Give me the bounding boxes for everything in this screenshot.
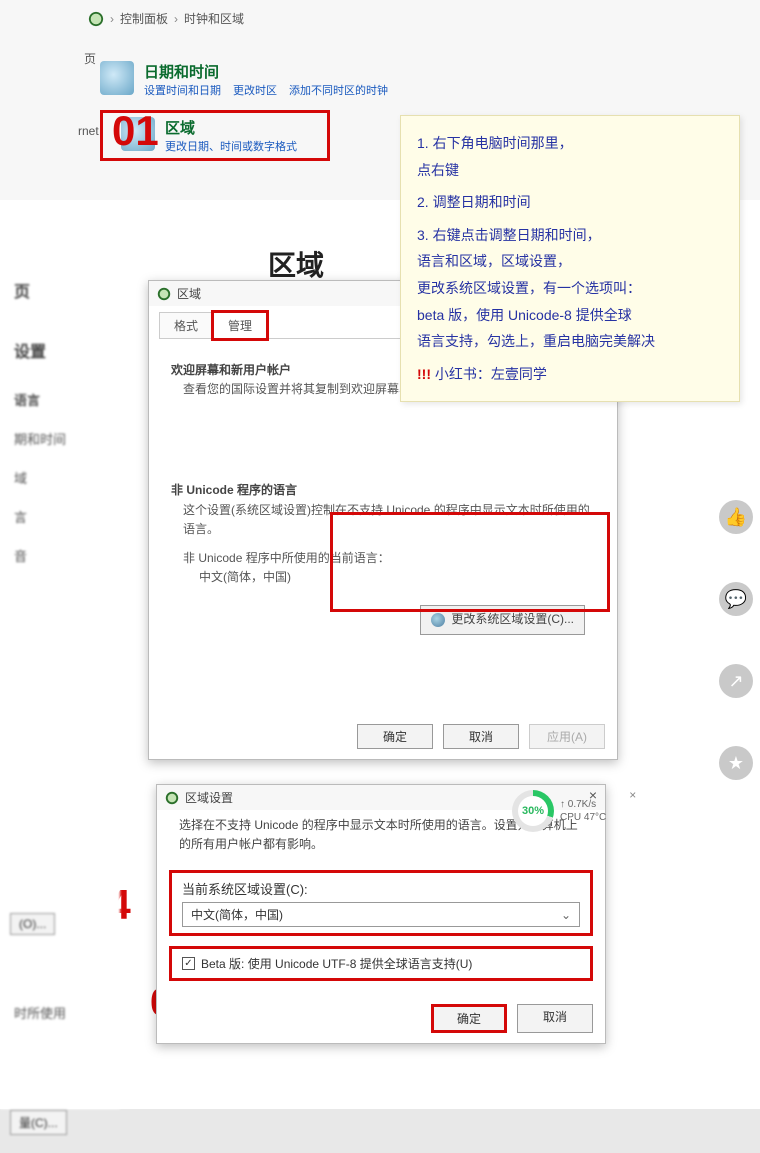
region-icon	[165, 791, 179, 805]
current-locale-block: 当前系统区域设置(C): 中文(简体，中国) ⌄	[169, 870, 593, 936]
breadcrumb: › 控制面板 › 时钟和区域	[88, 10, 244, 27]
instruction-note: 1. 右下角电脑时间那里， 点右键 2. 调整日期和时间 3. 右键点击调整日期…	[400, 115, 740, 402]
close-icon[interactable]: ×	[629, 788, 636, 802]
sidebar-item[interactable]: 语言	[0, 380, 120, 419]
breadcrumb-item-clock-region[interactable]: 时钟和区域	[184, 10, 244, 27]
breadcrumb-item-control-panel[interactable]: 控制面板	[120, 10, 168, 27]
locale-combobox[interactable]: 中文(简体，中国) ⌄	[182, 902, 580, 927]
section-nonunicode-title: 非 Unicode 程序的语言	[171, 481, 595, 500]
link-change-format[interactable]: 更改日期、时间或数字格式	[165, 138, 297, 154]
note-line: 语言支持，勾选上，重启电脑完美解决	[417, 328, 723, 355]
link-add-tz[interactable]: 添加不同时区的时钟	[289, 82, 388, 98]
note-line: 更改系统区域设置，有一个选项叫：	[417, 275, 723, 302]
dialog-button-row: 确定 取消 应用(A)	[357, 724, 605, 749]
note-line: 1. 右下角电脑时间那里，	[417, 130, 723, 157]
cropped-label: 页	[84, 50, 96, 67]
breadcrumb-sep: ›	[110, 12, 114, 26]
region-icon	[157, 287, 171, 301]
perf-cpu: CPU 47°C	[560, 811, 606, 824]
bg-label: 时所使用	[0, 993, 120, 1032]
cp-item-title: 日期和时间	[144, 61, 388, 82]
control-panel-icon	[88, 11, 104, 27]
note-line: beta 版，使用 Unicode-8 提供全球	[417, 302, 723, 329]
note-line: 点右键	[417, 157, 723, 184]
star-icon[interactable]: ★	[719, 746, 753, 780]
sidebar-item[interactable]: 音	[0, 536, 120, 575]
sidebar-item[interactable]: 言	[0, 497, 120, 536]
dialog-title: 区域	[177, 285, 201, 302]
tab-admin[interactable]: 管理	[213, 312, 267, 339]
sidebar-heading: 页	[0, 260, 120, 320]
note-signature: !!! 小红书：左壹同学	[417, 361, 723, 388]
dialog-title: 区域设置	[185, 789, 233, 806]
beta-utf8-block: ✓ Beta 版: 使用 Unicode UTF-8 提供全球语言支持(U)	[169, 946, 593, 981]
button-label: 更改系统区域设置(C)...	[451, 610, 574, 629]
beta-utf8-checkbox[interactable]: ✓	[182, 957, 195, 970]
cp-item-title: 区域	[165, 117, 297, 138]
section-heading-region: 区域	[268, 244, 324, 284]
annotation-box-3	[330, 512, 610, 612]
comment-icon[interactable]: 💬	[719, 582, 753, 616]
chevron-down-icon: ⌄	[561, 908, 571, 922]
dialog-button-row: 确定 取消	[431, 1004, 593, 1033]
tab-format[interactable]: 格式	[159, 312, 213, 339]
perf-net: 0.7K/s	[568, 799, 596, 810]
cancel-button[interactable]: 取消	[517, 1004, 593, 1033]
note-line: 3. 右键点击调整日期和时间，	[417, 222, 723, 249]
current-locale-label: 当前系统区域设置(C):	[182, 879, 580, 898]
sidebar-item[interactable]: 域	[0, 458, 120, 497]
datetime-icon	[100, 61, 134, 95]
perf-percent: 30%	[518, 796, 548, 826]
apply-button: 应用(A)	[529, 724, 605, 749]
cp-item-datetime[interactable]: 日期和时间 设置时间和日期 更改时区 添加不同时区的时钟	[100, 55, 620, 104]
cancel-button[interactable]: 取消	[443, 724, 519, 749]
ok-button[interactable]: 确定	[431, 1004, 507, 1033]
like-icon[interactable]: 👍	[719, 500, 753, 534]
bg-button[interactable]: (O)...	[10, 913, 55, 935]
share-icon[interactable]: ↗	[719, 664, 753, 698]
note-line: 2. 调整日期和时间	[417, 189, 723, 216]
link-change-tz[interactable]: 更改时区	[233, 82, 277, 98]
perf-ring: 30%	[512, 790, 554, 832]
breadcrumb-sep: ›	[174, 12, 178, 26]
note-line: 语言和区域，区域设置，	[417, 248, 723, 275]
up-arrow-icon: ↑	[560, 799, 565, 810]
social-column: 👍 💬 ↗ ★	[712, 500, 760, 780]
sidebar-item[interactable]: 期和时间	[0, 419, 120, 458]
bg-sidebar: 页 设置 语言 期和时间 域 言 音 (O)... 时所使用 量(C)...	[0, 250, 120, 1109]
combobox-value: 中文(简体，中国)	[191, 906, 283, 923]
annotation-step-1: 01	[112, 110, 159, 152]
link-set-time[interactable]: 设置时间和日期	[144, 82, 221, 98]
ok-button[interactable]: 确定	[357, 724, 433, 749]
beta-utf8-label: Beta 版: 使用 Unicode UTF-8 提供全球语言支持(U)	[201, 955, 472, 972]
bg-button[interactable]: 量(C)...	[10, 1110, 67, 1135]
sidebar-heading: 设置	[0, 320, 120, 380]
cropped-label: rnet	[78, 124, 99, 138]
globe-icon	[431, 613, 445, 627]
perf-overlay: 30% ↑ 0.7K/s CPU 47°C ×	[512, 790, 606, 832]
